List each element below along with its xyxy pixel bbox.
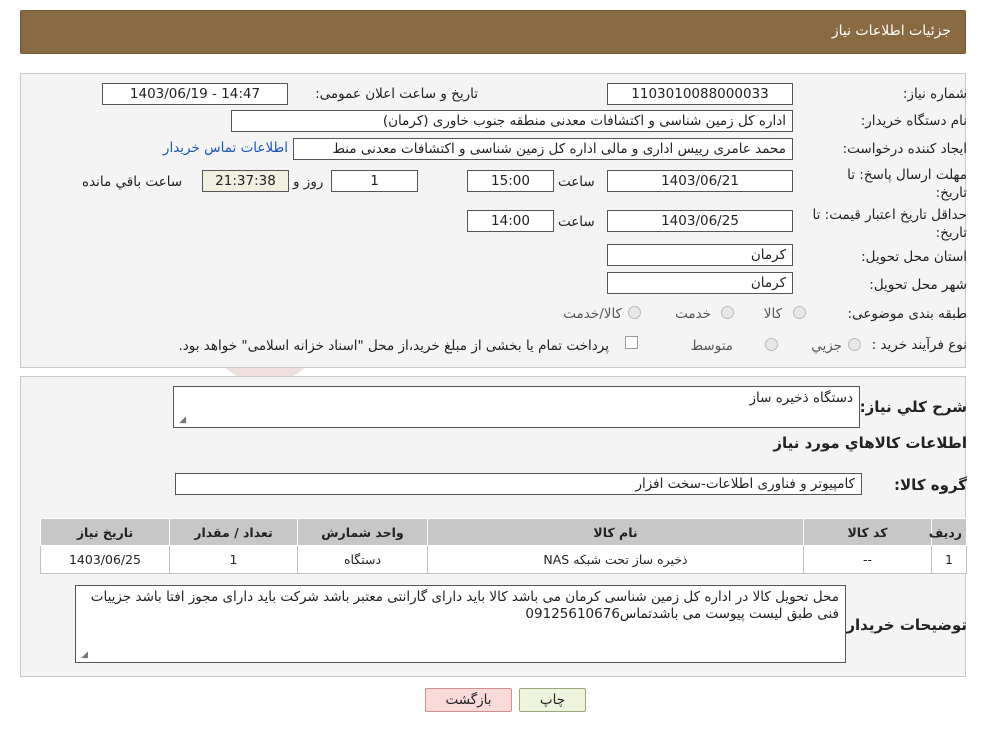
print-button[interactable]: چاپ <box>519 688 586 712</box>
need-summary-label: شرح کلي نیاز: <box>859 398 967 416</box>
col-unit: واحد شمارش <box>297 518 428 546</box>
delivery-city-label: شهر محل تحویل: <box>869 277 967 293</box>
col-item-code: کد کالا <box>803 518 932 546</box>
deadline-time-label: ساعت <box>558 174 595 190</box>
goods-group-field: کامپیوتر و فناوری اطلاعات-سخت افزار <box>175 473 862 495</box>
col-need-date: تاریخ نیاز <box>40 518 170 546</box>
purchase-process-label: نوع فرآیند خرید : <box>871 337 967 353</box>
page-header: جزئیات اطلاعات نیاز <box>20 10 966 54</box>
deadline-label: مهلت ارسال پاسخ: تا تاریخ: <box>847 167 967 201</box>
payment-note: پرداخت تمام یا بخشی از مبلغ خرید،از محل … <box>178 338 609 354</box>
delivery-province-field: کرمان <box>607 244 793 266</box>
need-number-field: 1103010088000033 <box>607 83 793 105</box>
cell-row-number: 1 <box>931 545 967 574</box>
buyer-org-field: اداره کل زمین شناسی و اکتشافات معدنی منط… <box>231 110 793 132</box>
validity-time-label: ساعت <box>558 214 595 230</box>
resize-handle-icon[interactable]: ◢ <box>176 415 186 425</box>
creator-label: ایجاد کننده درخواست: <box>842 141 967 157</box>
validity-time-field: 14:00 <box>467 210 554 232</box>
buyer-org-label: نام دستگاه خریدار: <box>860 113 967 129</box>
process-option-medium: متوسط <box>690 338 733 354</box>
category-option-service: خدمت <box>675 306 711 322</box>
price-validity-label: حداقل تاریخ اعتبار قیمت: تا تاریخ: <box>812 207 967 241</box>
need-summary-field: دستگاه ذخیره ساز ◢ <box>173 386 860 428</box>
need-number-label: شماره نیاز: <box>902 86 967 102</box>
delivery-city-field: کرمان <box>607 272 793 294</box>
goods-info-title: اطلاعات کالاهاي مورد نیاز <box>773 434 967 452</box>
validity-date-field: 1403/06/25 <box>607 210 793 232</box>
days-field: 1 <box>331 170 418 192</box>
col-quantity: تعداد / مقدار <box>169 518 298 546</box>
page-title: جزئیات اطلاعات نیاز <box>831 23 951 39</box>
category-radio-service[interactable] <box>721 306 734 319</box>
process-radio-medium[interactable] <box>765 338 778 351</box>
cell-item-code: -- <box>803 545 932 574</box>
buyer-contact-link[interactable]: اطلاعات تماس خریدار <box>163 140 288 156</box>
need-summary-text: دستگاه ذخیره ساز <box>749 390 853 406</box>
announce-datetime-label: تاریخ و ساعت اعلان عمومی: <box>315 86 478 102</box>
back-button[interactable]: بازگشت <box>425 688 512 712</box>
cell-quantity: 1 <box>169 545 298 574</box>
col-item-name: نام کالا <box>427 518 804 546</box>
deadline-date-field: 1403/06/21 <box>607 170 793 192</box>
cell-item-name: ذخیره ساز تحت شبکه NAS <box>427 545 804 574</box>
table-row: 1 -- ذخیره ساز تحت شبکه NAS دستگاه 1 140… <box>40 545 967 574</box>
buyer-notes-label: توضیحات خریدار: <box>840 616 967 634</box>
category-radio-goods[interactable] <box>793 306 806 319</box>
delivery-province-label: استان محل تحویل: <box>861 249 967 265</box>
category-radio-goods-service[interactable] <box>628 306 641 319</box>
cell-need-date: 1403/06/25 <box>40 545 170 574</box>
buyer-notes-text: محل تحویل کالا در اداره کل زمین شناسی کر… <box>90 589 839 622</box>
days-label: روز و <box>293 174 324 190</box>
col-row-number: ردیف <box>929 518 967 546</box>
category-label: طبقه بندی موضوعی: <box>847 306 967 322</box>
remaining-time-field: 21:37:38 <box>202 170 289 192</box>
treasury-payment-checkbox[interactable] <box>625 336 638 349</box>
goods-table: ردیف کد کالا نام کالا واحد شمارش تعداد /… <box>40 518 967 574</box>
remaining-time-label: ساعت باقي مانده <box>82 174 183 190</box>
goods-table-header: ردیف کد کالا نام کالا واحد شمارش تعداد /… <box>40 518 967 546</box>
category-option-goods-service: کالا/خدمت <box>563 306 622 322</box>
process-radio-minor[interactable] <box>848 338 861 351</box>
category-option-goods: کالا <box>763 306 782 322</box>
announce-datetime-field: 1403/06/19 - 14:47 <box>102 83 288 105</box>
deadline-time-field: 15:00 <box>467 170 554 192</box>
goods-group-label: گروه کالا: <box>894 476 967 494</box>
creator-field: محمد عامری رییس اداری و مالی اداره کل زم… <box>293 138 793 160</box>
buyer-notes-field: محل تحویل کالا در اداره کل زمین شناسی کر… <box>75 585 846 663</box>
process-option-minor: جزیي <box>811 338 842 354</box>
cell-unit: دستگاه <box>297 545 428 574</box>
resize-handle-icon[interactable]: ◢ <box>78 650 88 660</box>
